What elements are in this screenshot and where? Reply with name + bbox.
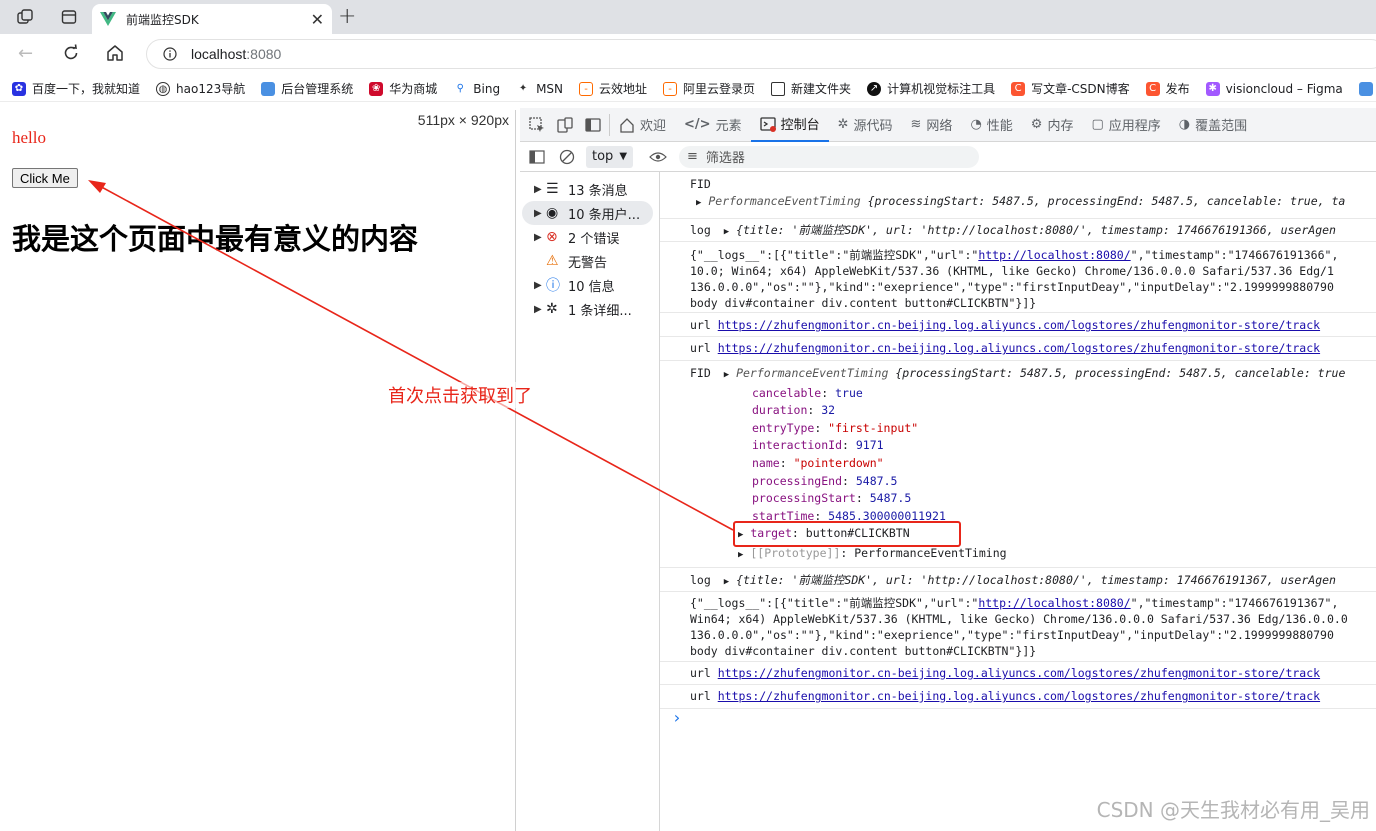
watermark: CSDN @天生我材必有用_吴用 [1096, 798, 1370, 822]
annotation-arrow [88, 180, 734, 531]
annotation-text: 首次点击获取到了 [388, 382, 532, 408]
